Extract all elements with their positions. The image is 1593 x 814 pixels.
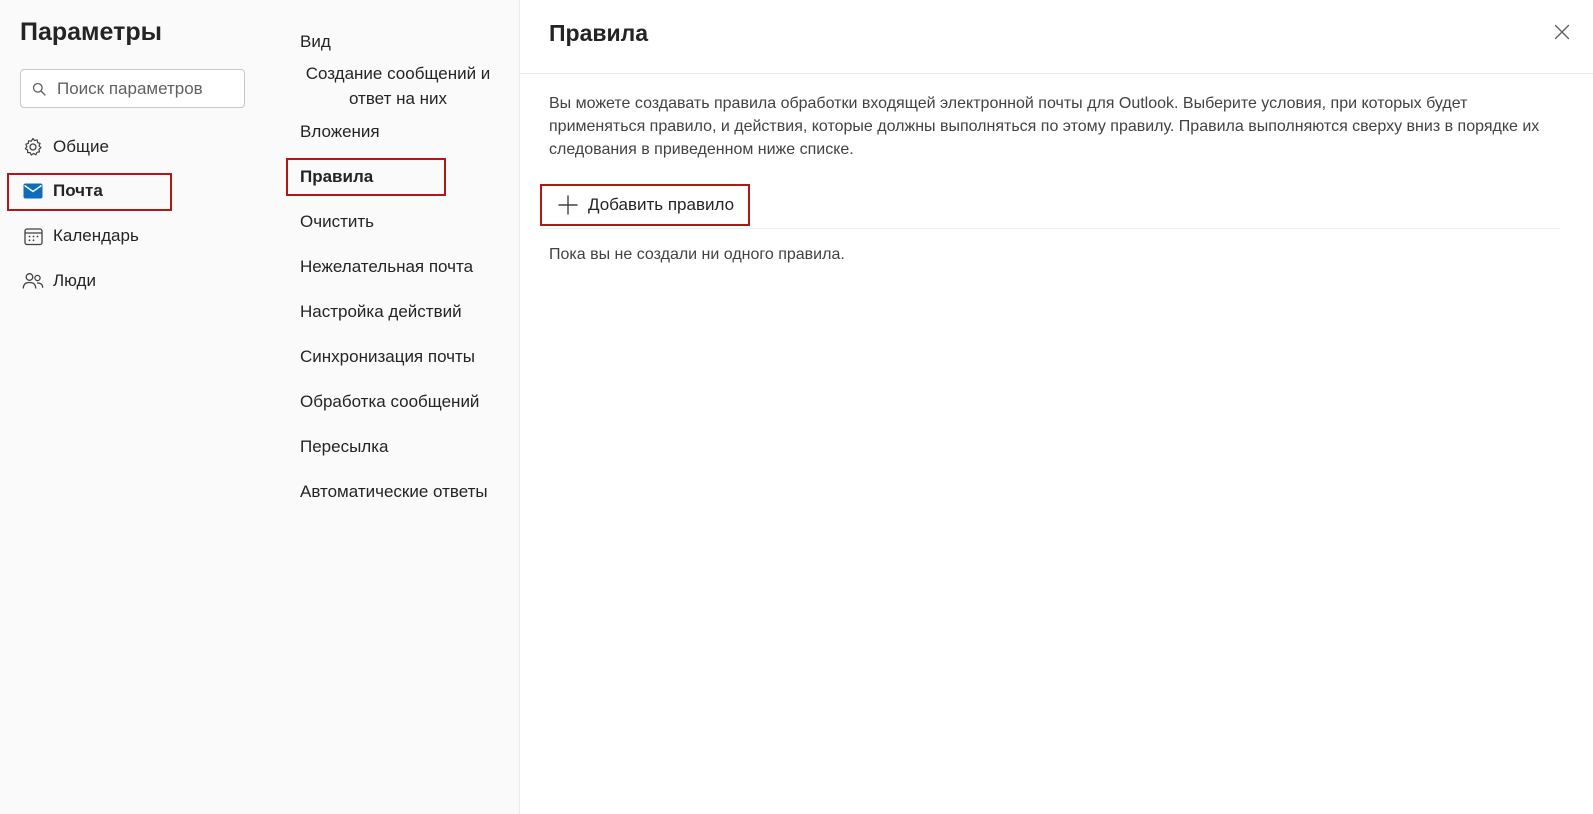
calendar-icon [22,225,44,247]
nav-people[interactable]: Люди [22,264,96,298]
nav-calendar-label: Календарь [53,226,139,245]
mail-icon [22,180,44,202]
plus-icon [558,195,578,215]
nav-mail-label: Почта [53,181,103,200]
search-icon [32,82,46,96]
section-view[interactable]: Вид [300,32,331,52]
section-junk[interactable]: Нежелательная почта [300,257,473,277]
section-customize-actions[interactable]: Настройка действий [300,302,462,322]
panel-title: Правила [549,20,649,46]
nav-mail[interactable]: Почта [22,174,103,208]
settings-sidebar: Параметры Общие Почта [0,0,269,814]
section-sweep[interactable]: Очистить [300,212,374,232]
empty-rules-message: Пока вы не создали ни одного правила. [549,246,845,263]
add-rule-label: Добавить правило [588,195,735,214]
search-settings-input[interactable] [55,77,239,100]
nav-general[interactable]: Общие [22,130,109,164]
section-forwarding[interactable]: Пересылка [300,437,389,457]
nav-people-label: Люди [53,271,96,290]
close-icon [1554,24,1570,40]
section-automatic-replies[interactable]: Автоматические ответы [300,482,488,502]
header-divider [520,73,1593,74]
search-settings-box[interactable] [20,69,245,108]
people-icon [22,270,44,292]
section-rules[interactable]: Правила [300,167,373,187]
section-message-handling[interactable]: Обработка сообщений [300,392,479,412]
add-rule-button[interactable]: Добавить правило [540,184,751,226]
nav-calendar[interactable]: Календарь [22,219,139,253]
rules-list-divider [540,228,1560,229]
section-sync-email[interactable]: Синхронизация почты [300,347,475,367]
rules-description: Вы можете создавать правила обработки вх… [549,95,1540,158]
section-attachments[interactable]: Вложения [300,122,380,142]
section-compose-reply[interactable]: Создание сообщений и ответ на них [298,61,498,111]
nav-general-label: Общие [53,137,109,156]
gear-icon [22,136,44,158]
settings-title: Параметры [20,18,162,46]
close-button[interactable] [1550,20,1574,44]
